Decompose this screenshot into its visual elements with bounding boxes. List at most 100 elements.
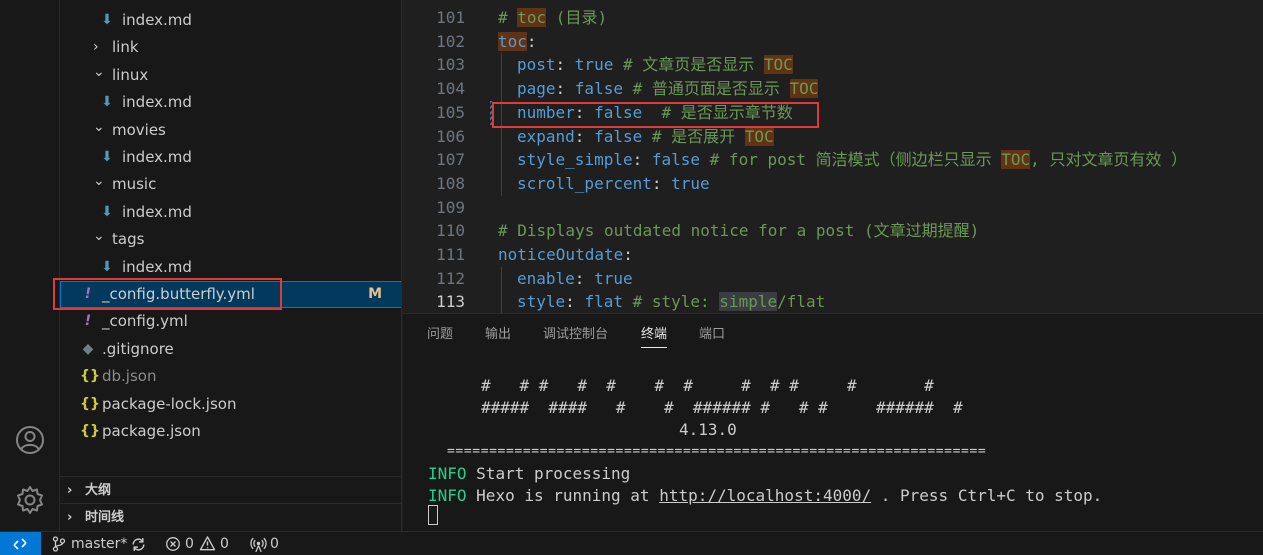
code-text: style_simple: false # for post 简洁模式（侧边栏只… <box>517 150 1188 170</box>
git-modified-badge: M <box>368 286 382 302</box>
line-number: 110 <box>436 221 465 241</box>
chevron-right-icon: › <box>67 510 73 525</box>
tab-problems[interactable]: 问题 <box>427 326 453 348</box>
line-number: 104 <box>436 79 465 99</box>
git-branch-icon <box>52 536 66 552</box>
code-line: 113 style: flat # style: simple/flat <box>403 290 1263 313</box>
remote-indicator[interactable] <box>0 532 41 555</box>
tab-debug-console[interactable]: 调试控制台 <box>543 326 608 348</box>
code-line: 112 enable: true <box>403 266 1263 291</box>
tree-item-label: index.md <box>122 202 192 221</box>
localhost-link[interactable]: http://localhost:4000/ <box>659 486 871 505</box>
tree-item[interactable]: ⌄ tags <box>60 226 401 253</box>
json-icon: {} <box>80 368 100 385</box>
tree-item-label: .gitignore <box>102 339 174 358</box>
line-number: 112 <box>436 268 465 288</box>
chevron-right-icon: › <box>67 483 73 498</box>
error-icon <box>166 537 180 551</box>
tree-item-label: _config.yml <box>102 312 188 331</box>
section-timeline[interactable]: › 时间线 <box>60 503 401 530</box>
gear-icon[interactable] <box>14 484 46 516</box>
tree-item[interactable]: ! _config.yml <box>60 308 401 335</box>
tree-item-label: movies <box>112 120 166 139</box>
info-tag: INFO <box>428 464 467 483</box>
tree-item[interactable]: {} package.json <box>60 418 401 445</box>
account-icon[interactable] <box>14 424 46 456</box>
tree-item[interactable]: ⌄ movies <box>60 117 401 144</box>
chevron-down-icon: ⌄ <box>93 173 105 190</box>
terminal-info-line-1: INFO Start processing <box>428 463 630 485</box>
markdown-icon: ⬇ <box>101 94 113 111</box>
code-text: post: true # 文章页是否显示 TOC <box>517 55 793 75</box>
highlight-box-config-file <box>53 278 282 310</box>
tree-item[interactable]: {} package-lock.json <box>60 391 401 418</box>
error-count: 0 <box>185 536 194 552</box>
section-outline[interactable]: › 大纲 <box>60 476 401 503</box>
code-line: 108 scroll_percent: true <box>403 171 1263 196</box>
line-number: 101 <box>436 8 465 27</box>
code-text: noticeOutdate: <box>498 245 633 264</box>
json-icon: {} <box>80 395 100 412</box>
tree-item[interactable]: ⌄ linux <box>60 62 401 89</box>
terminal-banner-line-1: # # # # # # # # # # # # <box>481 376 934 395</box>
tree-item[interactable]: ⌄ music <box>60 171 401 198</box>
indent-guide <box>501 266 502 291</box>
indent-guide <box>501 53 502 78</box>
code-line: 106 expand: false # 是否展开 TOC <box>403 124 1263 149</box>
chevron-down-icon: ⌄ <box>93 118 105 135</box>
section-timeline-label: 时间线 <box>85 510 125 525</box>
info-text: . Press Ctrl+C to stop. <box>871 486 1103 505</box>
warning-count: 0 <box>220 536 229 552</box>
status-bar: master* 0 0 0 <box>0 531 1263 555</box>
tree-item[interactable]: ⬇ index.md <box>60 199 401 226</box>
activity-bar <box>0 0 60 531</box>
code-text: toc: <box>498 31 537 51</box>
line-number: 107 <box>436 150 465 170</box>
terminal-info-line-2: INFO Hexo is running at http://localhost… <box>428 485 1102 507</box>
indent-guide <box>501 148 502 173</box>
tree-item[interactable]: ⬇ index.md <box>60 254 401 281</box>
code-text: # toc (目录) <box>498 8 608 27</box>
code-text: enable: true <box>517 268 633 288</box>
tab-output[interactable]: 输出 <box>485 326 511 348</box>
code-editor[interactable]: 101 # toc (目录) 102 toc: 103 post: true # 文章页是… <box>403 0 1263 313</box>
sync-icon[interactable] <box>130 536 147 553</box>
tree-item[interactable]: ◆ .gitignore <box>60 336 401 363</box>
code-text: page: false # 普通页面是否显示 TOC <box>517 79 819 99</box>
tree-item[interactable]: › link <box>60 34 401 61</box>
tab-terminal[interactable]: 终端 <box>641 326 668 348</box>
tree-item-label: package-lock.json <box>102 394 237 413</box>
git-icon: ◆ <box>82 340 94 357</box>
chevron-down-icon: ⌄ <box>93 63 105 80</box>
tree-item[interactable]: ⬇ index.md <box>60 7 401 34</box>
code-line: 110 # Displays outdated notice for a post… <box>403 219 1263 243</box>
line-number: 113 <box>436 292 465 312</box>
line-number: 105 <box>436 102 465 122</box>
branch-name: master* <box>71 536 128 552</box>
code-text: scroll_percent: true <box>517 173 710 193</box>
code-line: 101 # toc (目录) <box>403 6 1263 30</box>
markdown-icon: ⬇ <box>101 149 113 165</box>
tree-item[interactable]: ⬇ index.md <box>60 144 401 171</box>
code-line: 104 page: false # 普通页面是否显示 TOC <box>403 77 1263 102</box>
markdown-icon: ⬇ <box>101 12 113 28</box>
code-line: 102 toc: <box>403 30 1263 54</box>
json-icon: {} <box>80 423 100 439</box>
terminal-version: 4.13.0 <box>679 420 737 439</box>
line-number: 111 <box>436 245 465 264</box>
info-text: Start processing <box>476 464 631 483</box>
indent-guide <box>501 124 502 149</box>
tree-item-label: package.json <box>102 422 201 440</box>
code-line: 103 post: true # 文章页是否显示 TOC <box>403 53 1263 78</box>
tab-ports[interactable]: 端口 <box>699 326 725 348</box>
tree-item[interactable]: ⬇ index.md <box>60 89 401 116</box>
code-line: 111 noticeOutdate: <box>403 243 1263 267</box>
line-number: 106 <box>436 126 465 146</box>
indent-guide <box>501 171 502 196</box>
markdown-icon: ⬇ <box>101 258 113 275</box>
terminal-cursor[interactable] <box>428 505 438 525</box>
line-number: 102 <box>436 31 465 51</box>
warning-icon <box>199 536 216 551</box>
terminal-rule: ========================================… <box>447 444 987 459</box>
tree-item[interactable]: {} db.json <box>60 363 401 390</box>
